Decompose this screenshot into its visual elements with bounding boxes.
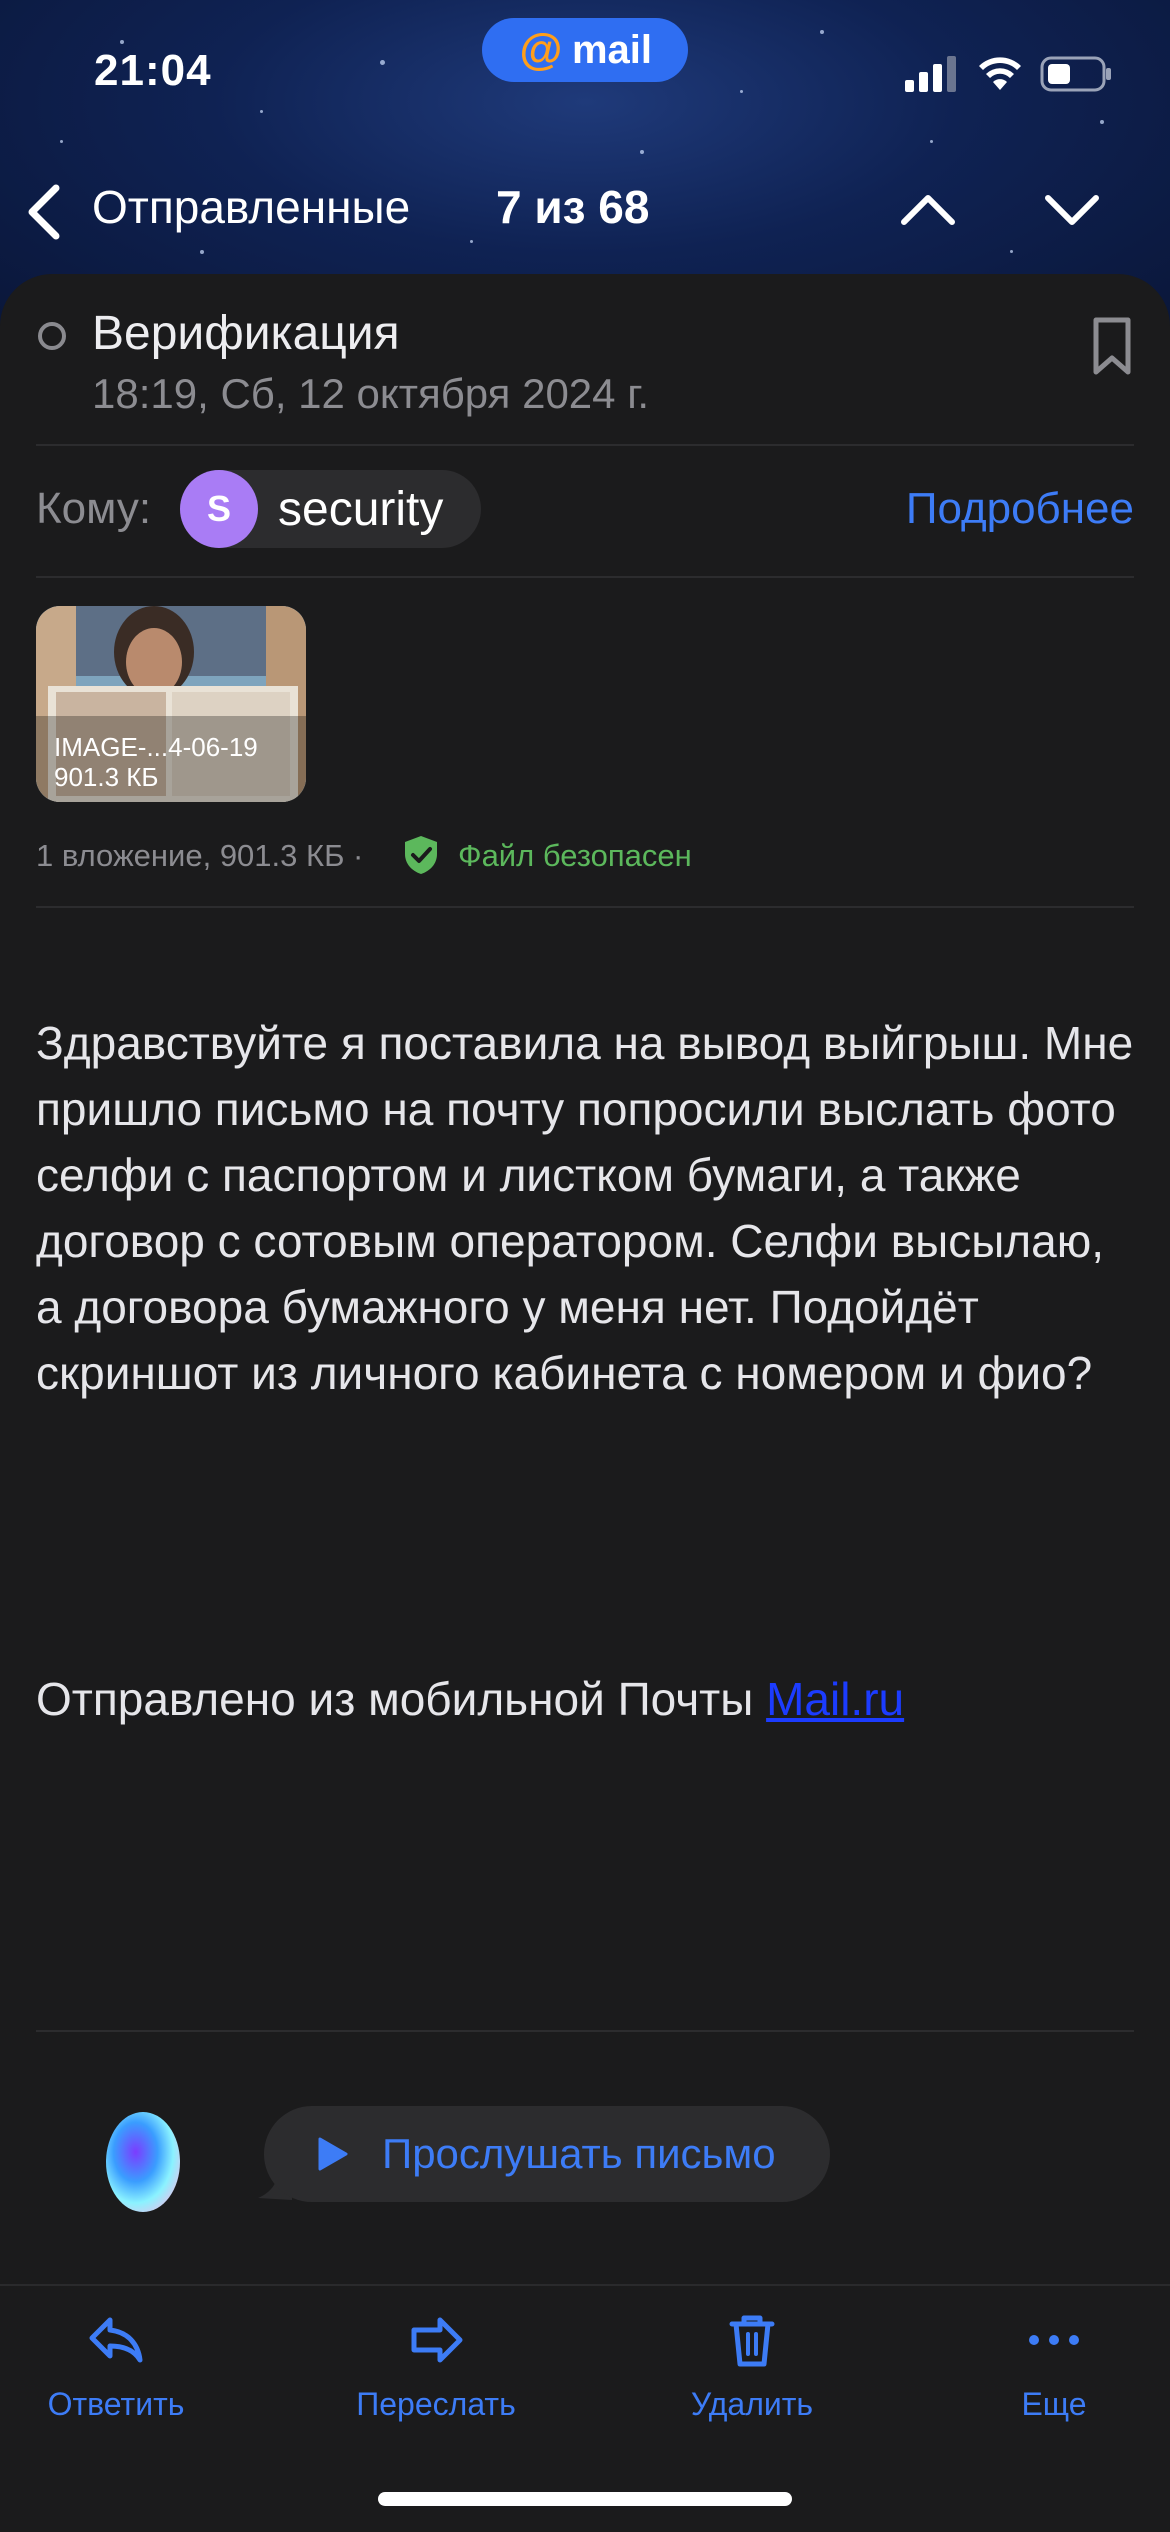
- navigation-bar: Отправленные 7 из 68: [0, 170, 1170, 250]
- divider: [36, 906, 1134, 908]
- avatar: S: [180, 470, 258, 548]
- forward-button[interactable]: Переслать: [336, 2308, 536, 2423]
- at-logo-icon: @: [519, 25, 563, 74]
- bookmark-icon[interactable]: [1090, 316, 1134, 376]
- more-button[interactable]: Еще: [954, 2308, 1154, 2423]
- divider: [36, 576, 1134, 578]
- file-safe-status: Файл безопасен: [458, 838, 692, 873]
- play-icon: [318, 2137, 348, 2171]
- wifi-icon: [979, 57, 1021, 90]
- forward-label: Переслать: [356, 2386, 516, 2422]
- read-status-dot[interactable]: [38, 322, 66, 350]
- back-chevron-icon[interactable]: [22, 182, 66, 242]
- shield-check-icon: [405, 836, 437, 874]
- chevron-up-icon[interactable]: [898, 184, 958, 234]
- delete-button[interactable]: Удалить: [652, 2308, 852, 2423]
- mail-app-badge[interactable]: @ mail: [482, 18, 688, 82]
- listen-message-button[interactable]: Прослушать письмо: [264, 2106, 830, 2202]
- more-icon: [1029, 2335, 1079, 2345]
- chevron-down-icon[interactable]: [1042, 184, 1102, 234]
- reply-label: Ответить: [47, 2386, 185, 2422]
- signature-text: Отправлено из мобильной Почты: [36, 1673, 754, 1725]
- listen-label: Прослушать письмо: [382, 2130, 776, 2177]
- divider: [36, 2030, 1134, 2032]
- more-label: Еще: [1021, 2386, 1087, 2422]
- signature-link[interactable]: Mail.ru: [766, 1673, 904, 1725]
- trash-icon: [729, 2315, 775, 2367]
- details-link[interactable]: Подробнее: [906, 484, 1134, 534]
- mail-badge-label: mail: [571, 27, 653, 72]
- message-body: Здравствуйте я поставила на вывод выйгры…: [36, 1017, 1134, 1399]
- assistant-orb-icon[interactable]: [106, 2112, 180, 2212]
- toolbar-divider: [0, 2284, 1170, 2286]
- delete-label: Удалить: [690, 2386, 814, 2422]
- divider: [36, 444, 1134, 446]
- reply-icon: [89, 2317, 143, 2363]
- signal-icon: [905, 56, 956, 92]
- attachment-thumbnail[interactable]: IMAGE-...4-06-19 901.3 КБ: [36, 606, 306, 802]
- recipient-name: security: [278, 482, 444, 536]
- recipient-chip[interactable]: S security: [180, 470, 482, 548]
- forward-icon: [411, 2317, 463, 2363]
- battery-icon: [1040, 56, 1111, 92]
- attachment-name: IMAGE-...4-06-19: [54, 732, 258, 762]
- back-folder-label[interactable]: Отправленные: [92, 180, 410, 234]
- reply-button[interactable]: Ответить: [16, 2308, 216, 2423]
- attachment-size: 901.3 КБ: [54, 762, 159, 792]
- status-time: 21:04: [94, 46, 212, 95]
- message-counter: 7 из 68: [496, 181, 650, 233]
- attachment-summary: 1 вложение, 901.3 КБ ·: [36, 838, 364, 873]
- message-date: 18:19, Сб, 12 октября 2024 г.: [92, 370, 650, 417]
- message-signature: Отправлено из мобильной Почты Mail.ru: [36, 1672, 904, 1726]
- status-bar: 21:04 @ mail: [0, 0, 1170, 150]
- to-label: Кому:: [36, 484, 152, 533]
- home-indicator[interactable]: [378, 2492, 792, 2506]
- message-subject: Верификация: [92, 307, 400, 360]
